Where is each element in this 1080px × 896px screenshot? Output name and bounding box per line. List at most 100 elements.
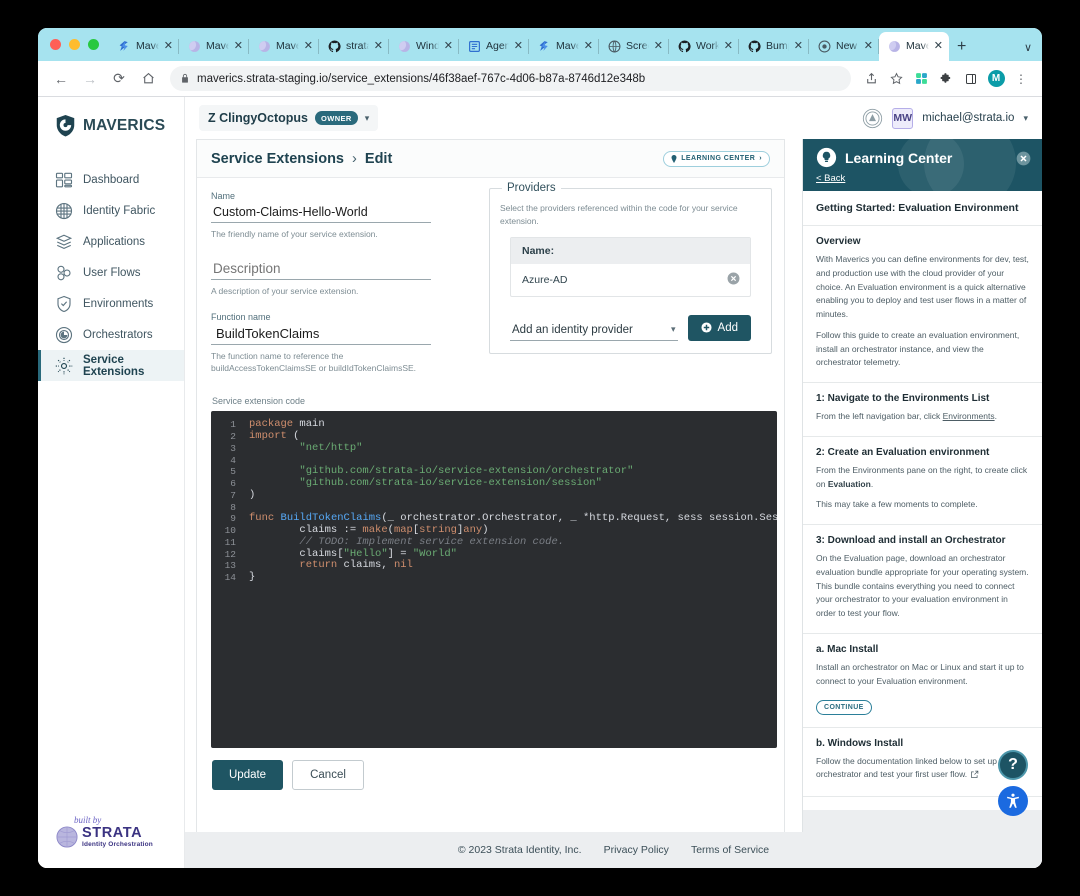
sidebar-item-label: Orchestrators <box>83 328 153 341</box>
learning-center-badge-button[interactable]: LEARNING CENTER › <box>663 150 770 167</box>
browser-tab-9[interactable]: Bump C ✕ <box>739 32 809 61</box>
share-icon[interactable] <box>860 68 882 90</box>
learning-center-section-1: 1: Navigate to the Environments List From… <box>803 383 1042 437</box>
close-icon[interactable]: ✕ <box>584 41 593 52</box>
close-icon[interactable]: ✕ <box>164 41 173 52</box>
browser-tab-2[interactable]: Maverics ✕ <box>249 32 319 61</box>
learning-center-sections[interactable]: Overview With Maverics you can define env… <box>803 226 1042 810</box>
chevron-down-icon: ▾ <box>671 324 676 334</box>
close-icon[interactable]: ✕ <box>374 41 383 52</box>
avatar[interactable]: MW <box>892 107 914 129</box>
continue-button[interactable]: CONTINUE <box>816 699 872 715</box>
new-tab-button[interactable]: + <box>949 32 974 61</box>
learning-center-section-paragraph: On the Evaluation page, download an orch… <box>816 553 1029 619</box>
browser-tab-title: Maverics <box>556 40 579 52</box>
sidebar-item-user-flows[interactable]: User Flows <box>38 257 184 288</box>
terms-of-service-link[interactable]: Terms of Service <box>691 844 769 856</box>
sidebar-item-label: User Flows <box>83 266 141 279</box>
close-icon[interactable]: ✕ <box>724 41 733 52</box>
sidebar-item-identity-fabric[interactable]: Identity Fabric <box>38 195 184 226</box>
help-button[interactable]: ? <box>998 750 1028 780</box>
bookmark-star-icon[interactable] <box>885 68 907 90</box>
code-editor[interactable]: 1 2 3 4 5 6 7 8 9 10 11 12 13 14 package main import (… <box>211 411 777 749</box>
close-icon[interactable]: ✕ <box>864 41 873 52</box>
sidebar-item-dashboard[interactable]: Dashboard <box>38 164 184 195</box>
name-input[interactable] <box>211 203 431 223</box>
browser-tab-1[interactable]: Maverics ✕ <box>179 32 249 61</box>
close-window-button[interactable] <box>50 39 61 50</box>
close-icon[interactable]: ✕ <box>304 41 313 52</box>
code-line: // TODO: Implement service extension cod… <box>249 535 565 548</box>
close-icon[interactable]: ✕ <box>934 41 943 52</box>
browser-tab-6[interactable]: Maverics ✕ <box>529 32 599 61</box>
learning-center-section-2: 2: Create an Evaluation environment From … <box>803 437 1042 526</box>
description-input[interactable] <box>211 259 431 281</box>
user-menu-chevron-icon[interactable]: ▾ <box>1023 113 1028 124</box>
close-icon[interactable]: ✕ <box>444 41 453 52</box>
org-bar: Z ClingyOctopus OWNER ▾ MW michael@strat… <box>185 97 1042 139</box>
close-icon[interactable] <box>1016 151 1031 171</box>
lock-icon <box>182 73 188 83</box>
function-name-input[interactable] <box>211 323 431 345</box>
tab-search-button[interactable]: ∨ <box>1024 41 1032 54</box>
browser-tab-11[interactable]: Maverics ✕ <box>879 32 949 61</box>
url-text: maverics.strata-staging.io/service_exten… <box>197 72 646 85</box>
browser-tab-10[interactable]: New Tab ✕ <box>809 32 879 61</box>
browser-tab-3[interactable]: strata-i ✕ <box>319 32 389 61</box>
shield-check-icon <box>55 295 73 313</box>
add-provider-button[interactable]: Add <box>687 314 751 341</box>
maximize-window-button[interactable] <box>88 39 99 50</box>
learning-center-section-title: a. Mac Install <box>816 644 879 656</box>
code-line-number: 9 <box>230 513 236 525</box>
browser-tab-4[interactable]: Windows ✕ <box>389 32 459 61</box>
update-button[interactable]: Update <box>212 760 284 791</box>
accessibility-icon[interactable] <box>998 786 1028 816</box>
org-selector[interactable]: Z ClingyOctopus OWNER ▾ <box>199 105 379 131</box>
strata-tagline: Identity Orchestration <box>82 841 153 848</box>
close-icon[interactable]: ✕ <box>794 41 803 52</box>
browser-tab-8[interactable]: Workflo ✕ <box>669 32 739 61</box>
close-icon[interactable]: ✕ <box>234 41 243 52</box>
close-icon[interactable]: ✕ <box>514 41 523 52</box>
maverics-purple-icon <box>398 40 411 53</box>
sidebar-item-orchestrators[interactable]: Orchestrators <box>38 319 184 350</box>
browser-tab-7[interactable]: Screens ✕ <box>599 32 669 61</box>
privacy-policy-link[interactable]: Privacy Policy <box>604 844 669 856</box>
extension-color-icon[interactable] <box>910 68 932 90</box>
profile-avatar[interactable]: M <box>985 68 1007 90</box>
sidebar-item-environments[interactable]: Environments <box>38 288 184 319</box>
learning-center-section-0: Overview With Maverics you can define env… <box>803 226 1042 384</box>
cancel-button[interactable]: Cancel <box>292 760 364 791</box>
browser-menu-icon[interactable]: ⋮ <box>1010 68 1032 90</box>
external-link-icon[interactable] <box>970 770 979 784</box>
sidebar-item-service-extensions[interactable]: Service Extensions <box>38 350 184 381</box>
address-bar[interactable]: maverics.strata-staging.io/service_exten… <box>170 66 851 91</box>
reload-icon[interactable]: ⟳ <box>106 66 132 92</box>
minimize-window-button[interactable] <box>69 39 80 50</box>
learning-center-back-link[interactable]: < Back <box>816 173 845 184</box>
browser-toolbar: ← → ⟳ maverics.strata-staging.io/service… <box>38 61 1042 97</box>
browser-tab-5[interactable]: Agenda ✕ <box>459 32 529 61</box>
close-icon[interactable]: ✕ <box>654 41 663 52</box>
browser-tab-0[interactable]: Maverics ✕ <box>109 32 179 61</box>
sidebar-item-label: Identity Fabric <box>83 204 156 217</box>
sidepanel-icon[interactable] <box>960 68 982 90</box>
remove-circle-icon[interactable] <box>727 272 740 288</box>
breadcrumb-root[interactable]: Service Extensions <box>211 151 344 167</box>
name-help-text: The friendly name of your service extens… <box>211 229 378 239</box>
sidebar-item-applications[interactable]: Applications <box>38 226 184 257</box>
back-icon[interactable]: ← <box>48 66 74 92</box>
brand-name: MAVERICS <box>83 116 166 134</box>
home-icon[interactable] <box>135 66 161 92</box>
breadcrumb: Service Extensions › Edit <box>211 151 392 167</box>
orchestrator-status-icon[interactable] <box>862 108 883 129</box>
forward-icon[interactable]: → <box>77 66 103 92</box>
providers-description: Select the providers referenced within t… <box>500 203 738 226</box>
learning-center-section-paragraph: Follow the documentation linked below to… <box>816 755 1029 785</box>
application-root: MAVERICS Dashboard Identity Fabric Applica… <box>38 97 1042 868</box>
environments-link[interactable]: Environments <box>943 411 995 421</box>
providers-panel: Providers Select the providers reference… <box>489 182 772 354</box>
puzzle-icon[interactable] <box>935 68 957 90</box>
code-content[interactable]: package main import ( "net/http" "github.… <box>241 411 777 748</box>
identity-provider-select[interactable]: Add an identity provider ▾ <box>510 321 678 341</box>
